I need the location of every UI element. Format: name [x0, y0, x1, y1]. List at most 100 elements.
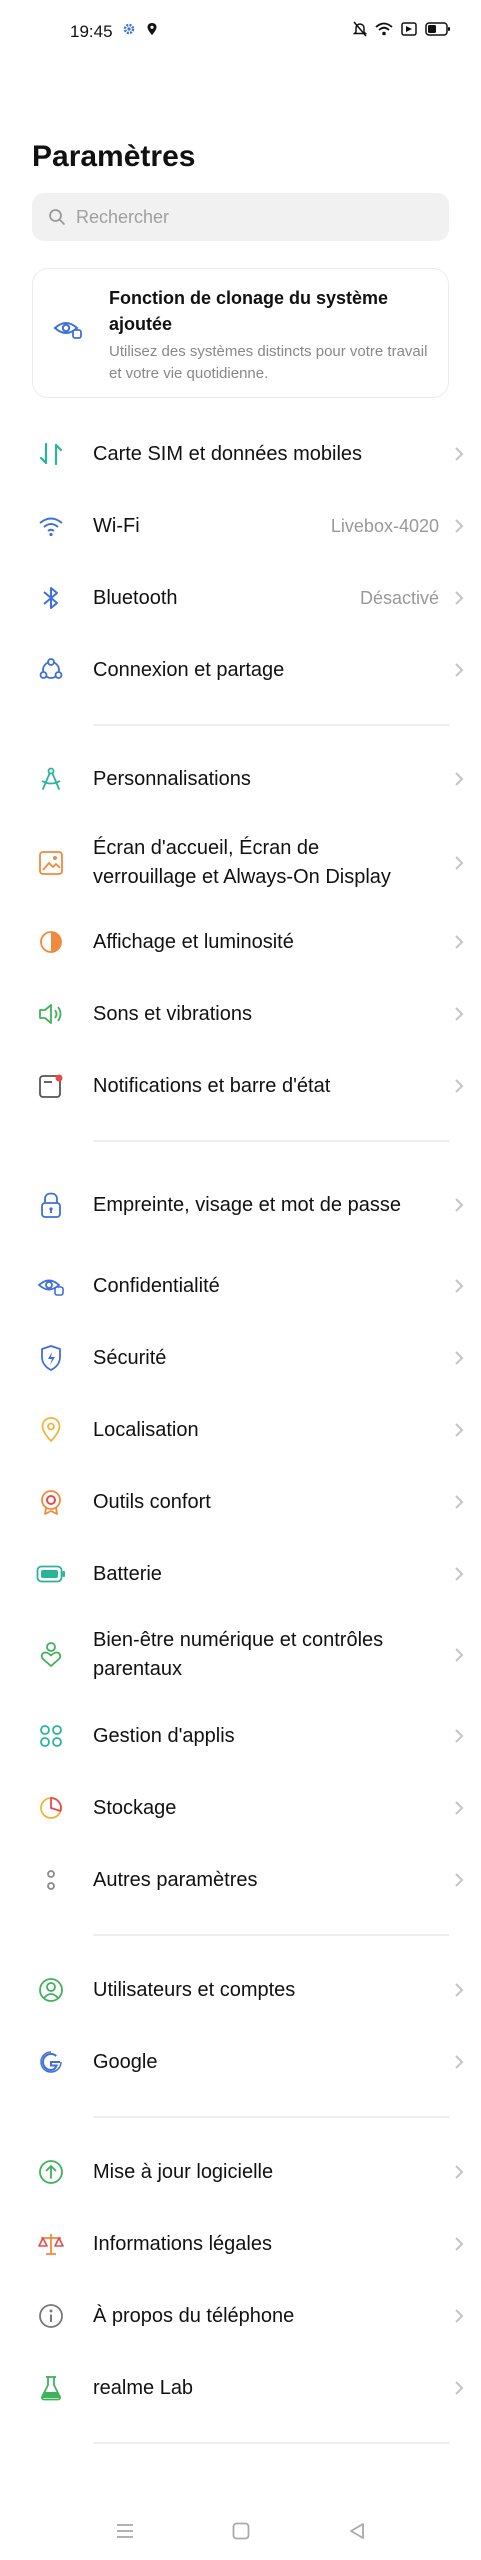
settings-item-label: Bien-être numérique et contrôles parenta… [93, 1629, 384, 1680]
chevron-right-icon [449, 1980, 469, 2000]
home-square-icon[interactable] [226, 2516, 256, 2546]
settings-item-location[interactable]: Localisation [0, 1406, 481, 1454]
chevron-right-icon [449, 1420, 469, 1440]
settings-item-convenience-tools[interactable]: Outils confort [0, 1478, 481, 1526]
settings-item-bluetooth[interactable]: Bluetooth Désactivé [0, 574, 481, 622]
clone-eye-icon [53, 317, 83, 346]
settings-item-label: Autres paramètres [93, 1868, 258, 1891]
settings-item-users-accounts[interactable]: Utilisateurs et comptes [0, 1966, 481, 2014]
chevron-right-icon [449, 1564, 469, 1584]
divider [93, 724, 449, 726]
chevron-right-icon [449, 588, 469, 608]
settings-item-label: Utilisateurs et comptes [93, 1978, 296, 2001]
chevron-right-icon [449, 1726, 469, 1746]
settings-item-label: Notifications et barre d'état [93, 1074, 331, 1097]
settings-item-display[interactable]: Affichage et luminosité [0, 918, 481, 966]
chevron-right-icon [449, 1348, 469, 1368]
settings-item-privacy[interactable]: Confidentialité [0, 1262, 481, 1310]
settings-item-label: Empreinte, visage et mot de passe [93, 1193, 401, 1216]
settings-item-label: Informations légales [93, 2232, 272, 2255]
more-settings-icon [36, 1865, 66, 1895]
settings-item-label: Carte SIM et données mobiles [93, 442, 363, 465]
chevron-right-icon [449, 1195, 469, 1215]
settings-item-about-phone[interactable]: À propos du téléphone [0, 2292, 481, 2340]
settings-item-digital-wellbeing[interactable]: Bien-être numérique et contrôles parenta… [0, 1624, 481, 1686]
wallpaper-icon [36, 848, 66, 878]
gear-icon [123, 23, 135, 35]
settings-item-label: Outils confort [93, 1490, 211, 1513]
chevron-right-icon [449, 2306, 469, 2326]
chevron-right-icon [449, 1276, 469, 1296]
settings-item-label: Sons et vibrations [93, 1002, 252, 1025]
divider [93, 1140, 449, 1142]
chevron-right-icon [449, 2162, 469, 2182]
status-time: 19:45 [70, 22, 113, 41]
bluetooth-icon [36, 583, 66, 613]
brightness-icon [36, 927, 66, 957]
search-bar[interactable] [32, 193, 449, 241]
status-bar: 19:45 [0, 0, 481, 64]
divider [93, 1934, 449, 1936]
settings-item-label: Google [93, 2050, 158, 2073]
settings-item-storage[interactable]: Stockage [0, 1784, 481, 1832]
legal-scale-icon [36, 2229, 66, 2259]
wifi-network-value: Livebox-4020 [330, 515, 439, 536]
settings-item-other-settings[interactable]: Autres paramètres [0, 1856, 481, 1904]
mute-bell-icon [353, 21, 367, 37]
chevron-right-icon [449, 516, 469, 536]
sim-data-icon [36, 439, 66, 469]
settings-item-legal-info[interactable]: Informations légales [0, 2220, 481, 2268]
settings-item-label: Écran d'accueil, Écran de verrouillage e… [93, 837, 391, 888]
chevron-right-icon [449, 1004, 469, 1024]
chevron-right-icon [449, 1870, 469, 1890]
settings-item-sim[interactable]: Carte SIM et données mobiles [0, 430, 481, 478]
google-icon [36, 2047, 66, 2077]
settings-item-fingerprint-password[interactable]: Empreinte, visage et mot de passe [0, 1174, 481, 1236]
system-navigation-bar [0, 2500, 481, 2560]
settings-item-connection-sharing[interactable]: Connexion et partage [0, 646, 481, 694]
settings-item-personalisations[interactable]: Personnalisations [0, 755, 481, 803]
settings-item-app-management[interactable]: Gestion d'applis [0, 1712, 481, 1760]
lab-flask-icon [36, 2373, 66, 2403]
settings-item-label: Sécurité [93, 1346, 167, 1369]
settings-item-label: Localisation [93, 1418, 199, 1441]
chevron-right-icon [449, 1798, 469, 1818]
search-input[interactable] [76, 206, 416, 228]
apps-icon [36, 1721, 66, 1751]
settings-item-wifi[interactable]: Wi-Fi Livebox-4020 [0, 502, 481, 550]
settings-item-label: Stockage [93, 1796, 177, 1819]
clone-card-description: Utilisez des systèmes distincts pour vot… [109, 343, 428, 382]
bluetooth-status-value: Désactivé [359, 587, 439, 608]
cast-icon [401, 22, 417, 36]
settings-item-security[interactable]: Sécurité [0, 1334, 481, 1382]
settings-item-label: Gestion d'applis [93, 1724, 235, 1747]
chevron-right-icon [449, 1645, 469, 1665]
chevron-right-icon [449, 2234, 469, 2254]
settings-item-label: À propos du téléphone [93, 2304, 295, 2327]
battery-status-icon [425, 22, 450, 36]
chevron-right-icon [449, 660, 469, 680]
share-icon [36, 655, 66, 685]
settings-item-home-lock-screen[interactable]: Écran d'accueil, Écran de verrouillage e… [0, 832, 481, 894]
settings-item-notifications[interactable]: Notifications et barre d'état [0, 1062, 481, 1110]
battery-icon [36, 1559, 66, 1589]
tools-icon [36, 1487, 66, 1517]
settings-item-sounds[interactable]: Sons et vibrations [0, 990, 481, 1038]
chevron-right-icon [449, 1492, 469, 1512]
settings-item-google[interactable]: Google [0, 2038, 481, 2086]
settings-item-label: Personnalisations [93, 767, 251, 790]
storage-icon [36, 1793, 66, 1823]
chevron-right-icon [449, 2378, 469, 2398]
clone-card-title: Fonction de clonage du système ajoutée [109, 288, 389, 334]
settings-item-label: Confidentialité [93, 1274, 220, 1297]
lock-icon [36, 1190, 66, 1220]
back-triangle-icon[interactable] [342, 2516, 372, 2546]
settings-item-software-update[interactable]: Mise à jour logicielle [0, 2148, 481, 2196]
wifi-status-icon [375, 22, 393, 36]
settings-item-battery[interactable]: Batterie [0, 1550, 481, 1598]
system-clone-card[interactable]: Fonction de clonage du système ajoutée U… [32, 268, 449, 398]
location-icon [36, 1415, 66, 1445]
location-pin-icon [147, 23, 157, 35]
menu-lines-icon[interactable] [110, 2516, 140, 2546]
settings-item-realme-lab[interactable]: realme Lab [0, 2364, 481, 2412]
